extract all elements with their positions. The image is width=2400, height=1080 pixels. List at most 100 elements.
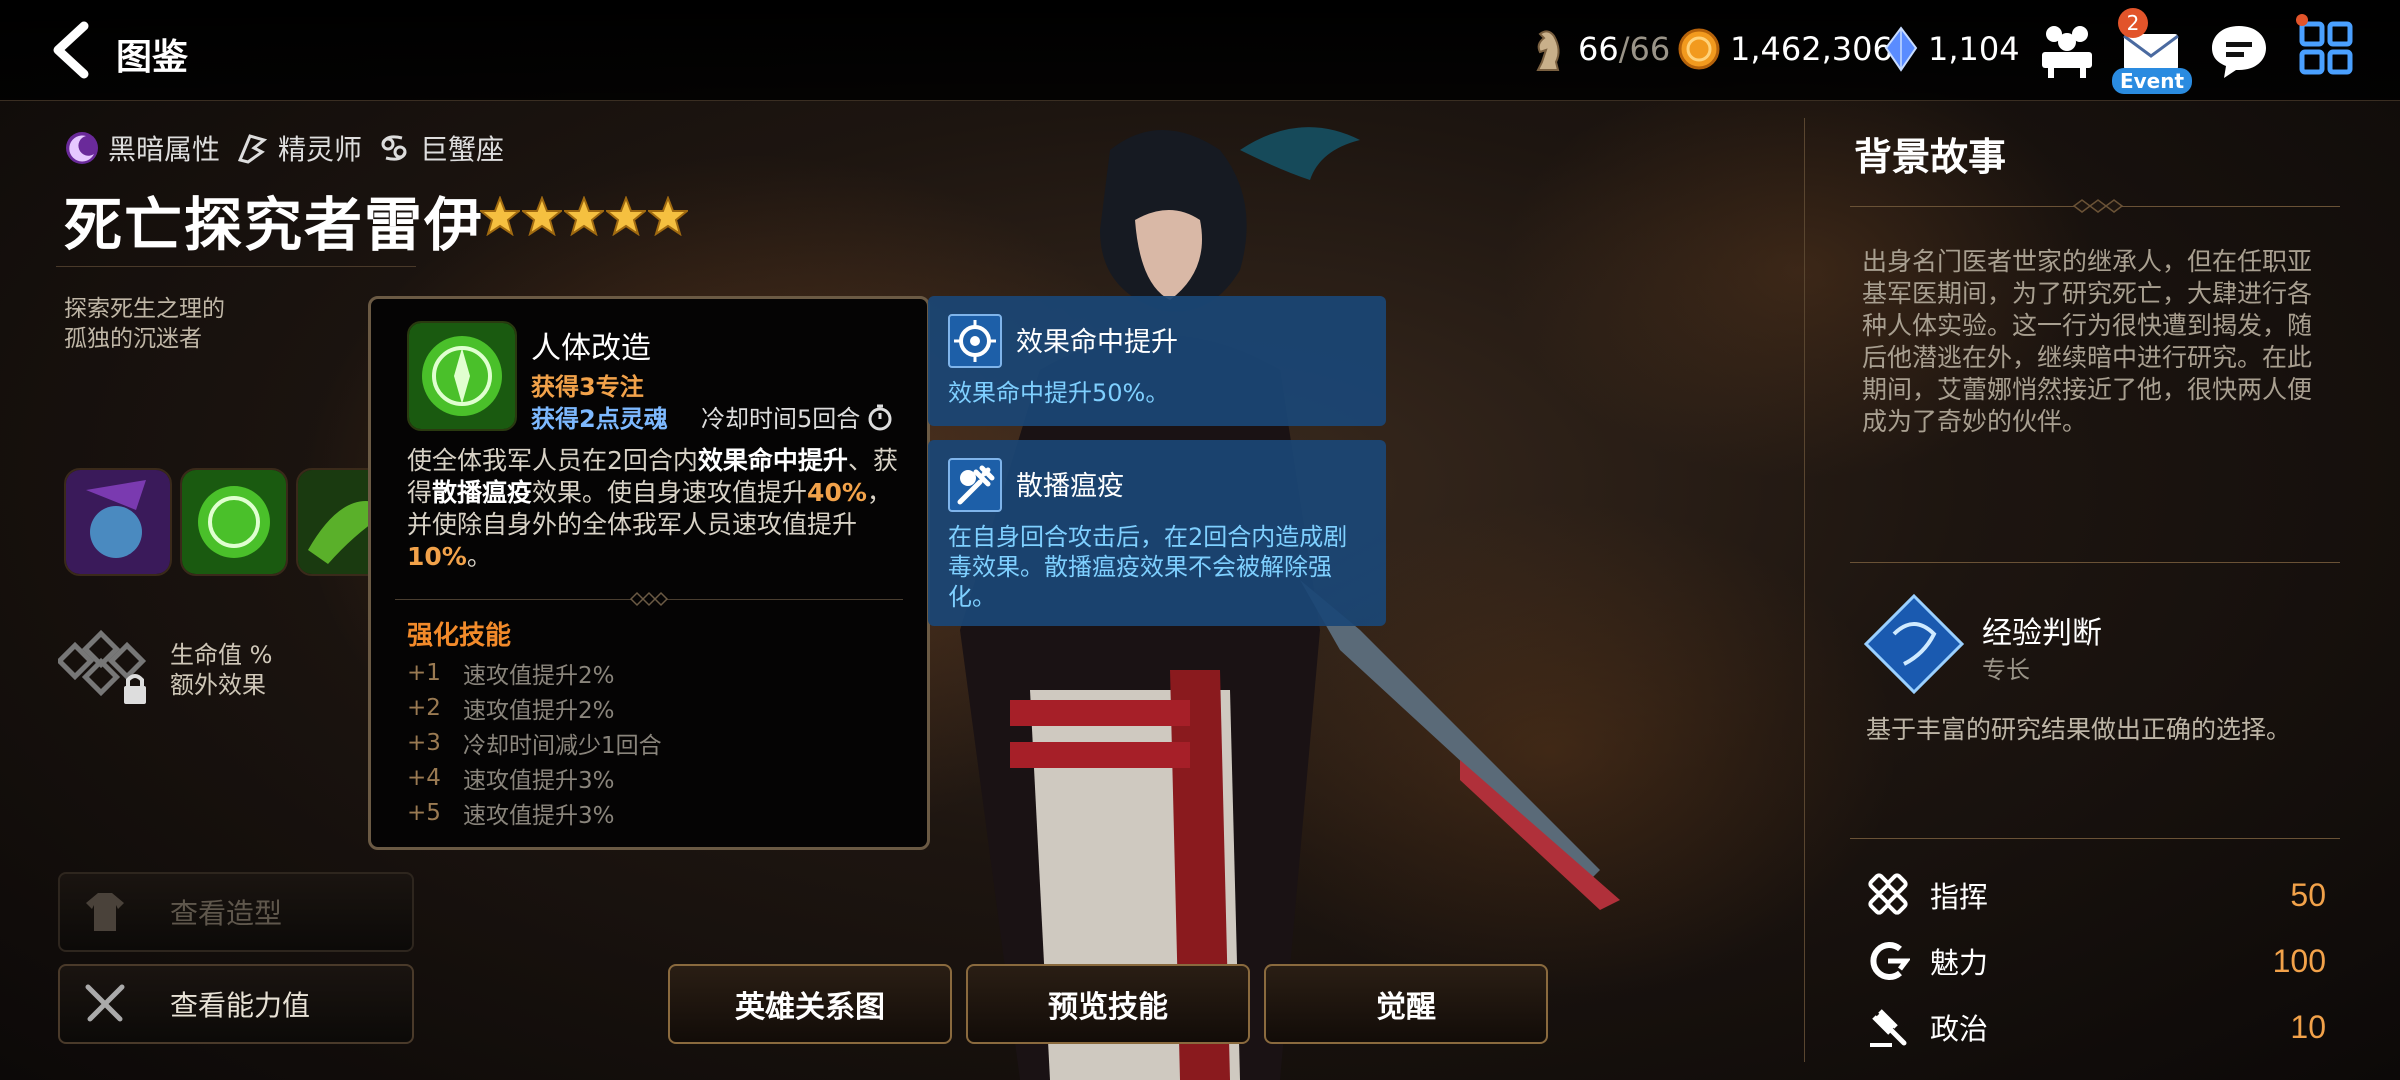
skill-focus-gain: 获得3专注 [531, 373, 644, 401]
enhance-list: +1 速攻值提升2% +2 速攻值提升2% +3 冷却时间减少1回合 +4 速攻值提升3… [407, 655, 662, 830]
star-icon [606, 196, 646, 236]
enhance-level: +1 [407, 659, 441, 686]
enhance-text: 速攻值提升2% [463, 697, 615, 724]
desc-text: 使全体我军人员在2回合内 [407, 446, 698, 475]
skill-1-icon [66, 470, 170, 574]
hero-name: 死亡探究者雷伊 [64, 191, 485, 259]
skill-list [64, 468, 404, 576]
chevron-left-icon [53, 21, 89, 79]
enhance-level: +5 [407, 799, 441, 826]
skill-tooltip: 人体改造 获得3专注 获得2点灵魂 冷却时间5回合 使全体我军人员在2回合内效果… [368, 296, 930, 850]
divider [1850, 838, 2340, 839]
syringe-icon [957, 465, 995, 505]
crystal-value: 1,104 [1928, 30, 2020, 68]
stopwatch-icon [868, 404, 892, 430]
divider-ornament [2072, 199, 2124, 213]
stamina-display[interactable]: 66/66 [1528, 26, 1670, 72]
right-panel-border [1804, 118, 1805, 1062]
chat-button[interactable] [2206, 16, 2272, 82]
attribute-label: 精灵师 [278, 133, 363, 166]
enhance-text: 速攻值提升3% [463, 767, 615, 794]
stat-value: 10 [2290, 1008, 2326, 1045]
spread-plague-icon [948, 458, 1002, 512]
main-menu-button[interactable] [2294, 16, 2360, 82]
cooldown-label: 冷却时间5回合 [701, 405, 861, 433]
crystal-icon [1884, 26, 1918, 72]
chat-icon [2212, 26, 2266, 78]
soul-weaver-icon [237, 134, 268, 164]
stat-command: 指挥 50 [1866, 870, 2326, 920]
enhance-level: +3 [407, 729, 441, 756]
bonus-text: 生命值 % 额外效果 [170, 641, 273, 699]
awaken-button[interactable]: 觉醒 [1264, 964, 1548, 1044]
effectiveness-up-icon [948, 314, 1002, 368]
background-story-title: 背景故事 [1854, 135, 2007, 179]
enhance-text: 冷却时间减少1回合 [463, 732, 662, 759]
attribute-label: 巨蟹座 [420, 133, 505, 166]
stamina-icon [1536, 30, 1560, 71]
lobby-button[interactable] [2034, 16, 2100, 82]
locked-bonus-icon [58, 630, 147, 704]
desc-text: 。 [466, 542, 492, 571]
stat-politics: 政治 10 [1866, 1002, 2326, 1052]
target-icon [954, 320, 996, 362]
stat-value: 50 [2290, 876, 2326, 913]
experience-judgment-icon [1863, 593, 1965, 695]
enhance-title: 强化技能 [407, 621, 512, 651]
desc-text: 效果。使自身速攻值提升 [532, 478, 808, 507]
view-stats-button[interactable]: 查看能力值 [58, 964, 414, 1044]
crystal-display[interactable]: 1,104 [1884, 26, 2020, 72]
divider [1850, 562, 2340, 563]
buff-desc: 在自身回合攻击后，在2回合内造成剧毒效果。散播瘟疫效果不会被解除强化。 [948, 523, 1348, 611]
bonus-effect: 生命值 % 额外效果 [58, 630, 272, 710]
skill-2-icon [182, 470, 286, 574]
enhance-level: +4 [407, 764, 441, 791]
attribute-zodiac: 巨蟹座 [376, 128, 504, 168]
stat-label: 政治 [1930, 1012, 1989, 1046]
buff-desc: 效果命中提升50%。 [948, 379, 1170, 407]
attribute-label: 黑暗属性 [108, 133, 221, 166]
preview-skill-button[interactable]: 预览技能 [966, 964, 1250, 1044]
specialty-type: 专长 [1982, 656, 2030, 684]
command-icon [1868, 873, 1908, 915]
enhance-row: +4 速攻值提升3% [407, 760, 662, 795]
enhance-text: 速攻值提升2% [463, 662, 615, 689]
gavel-icon [1870, 1009, 1907, 1047]
specialty-icon [1863, 593, 1965, 695]
gold-display[interactable]: 1,462,306 [1678, 26, 1893, 72]
attribute-dark: 黑暗属性 [64, 128, 220, 168]
notification-dot [2296, 14, 2308, 26]
back-button[interactable] [44, 20, 104, 80]
charisma-icon [1870, 942, 1910, 980]
stamina-value: 66 [1578, 30, 1619, 68]
specialty-name: 经验判断 [1982, 616, 2102, 651]
specialty-description: 基于丰富的研究结果做出正确的选择。 [1866, 715, 2292, 744]
enhance-row: +5 速攻值提升3% [407, 795, 662, 830]
desc-keyword: 散播瘟疫 [432, 478, 533, 507]
star-icon [522, 196, 562, 236]
dark-element-icon [66, 132, 98, 164]
view-costume-button[interactable]: 查看造型 [58, 872, 414, 952]
buff-title: 散播瘟疫 [1016, 471, 1124, 502]
skill-1-button[interactable] [64, 468, 172, 576]
skill-2-button[interactable] [180, 468, 288, 576]
desc-value: 40% [807, 478, 867, 507]
star-icon [480, 196, 520, 236]
enhance-row: +3 冷却时间减少1回合 [407, 725, 662, 760]
buff-effect-hit: 效果命中提升 效果命中提升50%。 [928, 296, 1386, 426]
stat-label: 魅力 [1930, 946, 1989, 980]
desc-keyword: 效果命中提升 [697, 446, 848, 475]
costume-icon [86, 893, 124, 931]
hero-subtitle: 探索死生之理的 孤独的沉迷者 [64, 296, 225, 352]
buff-title: 效果命中提升 [1016, 327, 1178, 358]
hero-relationship-button[interactable]: 英雄关系图 [668, 964, 952, 1044]
divider-ornament [629, 591, 669, 607]
skill-description: 使全体我军人员在2回合内效果命中提升、获得散播瘟疫效果。使自身速攻值提升40%，… [407, 445, 907, 573]
star-icon [564, 196, 604, 236]
view-stats-label: 查看能力值 [170, 989, 311, 1022]
stat-label: 指挥 [1930, 880, 1989, 914]
event-tag[interactable]: Event [2112, 68, 2192, 94]
grid-menu-icon [2299, 21, 2353, 75]
buff-spread-plague: 散播瘟疫 在自身回合攻击后，在2回合内造成剧毒效果。散播瘟疫效果不会被解除强化。 [928, 440, 1386, 626]
desc-value: 10% [407, 542, 467, 571]
